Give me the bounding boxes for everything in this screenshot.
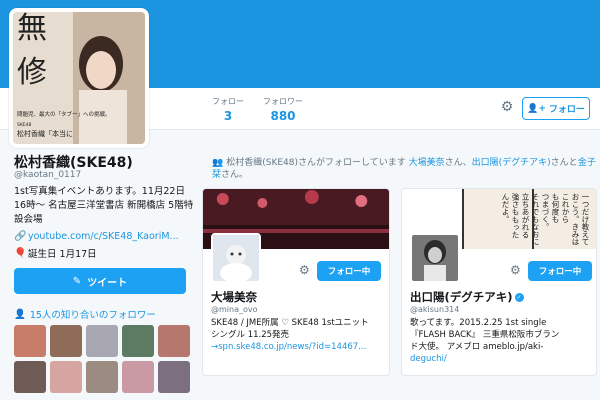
manga-text-line: も何度も xyxy=(551,193,560,223)
card-avatar[interactable] xyxy=(211,233,261,283)
avatar-big-left: 無 xyxy=(17,12,47,46)
card-bio-link[interactable]: deguchi/ xyxy=(410,353,559,365)
known-followers-grid xyxy=(14,325,194,393)
follower-thumb-10[interactable] xyxy=(158,361,190,393)
profile-birthday: 🎈 誕生日 1月17日 xyxy=(14,246,97,261)
stat-followers-value: 880 xyxy=(270,109,296,123)
card-bio-link[interactable]: →spn.ske48.co.jp/news/?id=14467... xyxy=(211,341,369,353)
followed-suffix: さん。 xyxy=(221,170,249,180)
avatar-big-right: 修 xyxy=(17,55,47,90)
known-followers-link[interactable]: 👤 15人の知り合いのフォロワー xyxy=(14,307,156,322)
followed-user-1[interactable]: 大場美奈 xyxy=(409,158,445,168)
avatar-caption-1: 問題児、最大の「タブー」への挑戦。 xyxy=(17,110,111,118)
follower-thumb-2[interactable] xyxy=(50,325,82,357)
user-icon: 👤 xyxy=(14,308,26,320)
card-bio-line: 『FLASH BACK』 三重県松阪市ブラン xyxy=(410,330,560,340)
profile-website-label[interactable]: youtube.com/c/SKE48_KaoriM... xyxy=(28,231,179,242)
manga-text-line: んだよ。 xyxy=(501,193,510,223)
card-bio-line: 歌ってます。2015.2.25 1st single xyxy=(410,318,547,328)
add-user-icon: 👤+ xyxy=(527,103,546,114)
following-button[interactable]: フォロー中 xyxy=(317,261,381,281)
follower-thumb-6[interactable] xyxy=(14,361,46,393)
follower-thumb-1[interactable] xyxy=(14,325,46,357)
known-followers-label: 15人の知り合いのフォロワー xyxy=(29,310,156,321)
profile-name: 松村香織(SKE48) xyxy=(14,155,133,171)
card-handle[interactable]: @mina_ovo xyxy=(211,305,258,314)
card-handle[interactable]: @akisun314 xyxy=(410,305,459,314)
follower-thumb-4[interactable] xyxy=(122,325,154,357)
manga-text-line: きみは xyxy=(571,223,580,246)
followed-by-line: 👥 松村香織(SKE48)さんがフォローしています 大場美奈さん、出口陽(デグチア… xyxy=(212,157,597,181)
follower-thumb-9[interactable] xyxy=(122,361,154,393)
manga-text-line: 立ちあ xyxy=(521,193,530,216)
tweet-button-label: ツイート xyxy=(87,277,128,289)
follower-thumb-3[interactable] xyxy=(86,325,118,357)
profile-birthday-label: 誕生日 1月17日 xyxy=(28,249,97,260)
user-card[interactable]: ⚙ フォロー中 大場美奈 @mina_ovo SKE48 / JME所属 ♡ S… xyxy=(202,188,390,376)
followed-prefix: 松村香織(SKE48)さんがフォローしています xyxy=(226,158,406,168)
card-name[interactable]: 大場美奈 xyxy=(211,289,257,305)
balloon-icon: 🎈 xyxy=(14,247,27,259)
profile-bio: 1st写真集イベントあります。11月22日16時〜 名古屋三洋堂書店 新開橋店 … xyxy=(14,186,194,225)
profile-avatar[interactable]: 無 修 問題児、最大の「タブー」への挑戦。 SKE48 松村香織「本当に xyxy=(9,8,149,148)
gear-icon[interactable]: ⚙ xyxy=(299,263,310,277)
compose-icon: ✎ xyxy=(72,275,82,287)
avatar-caption-3: SKE48 xyxy=(17,122,32,128)
gear-icon[interactable]: ⚙ xyxy=(510,263,521,277)
card-bio: SKE48 / JME所属 ♡ SKE48 1stユニット シングル 11.25… xyxy=(211,317,369,353)
avatar-caption-2: 松村香織「本当に xyxy=(17,129,73,138)
people-icon: 👥 xyxy=(212,158,224,168)
manga-text-line: 教えて xyxy=(581,223,590,246)
follower-thumb-5[interactable] xyxy=(158,325,190,357)
manga-text-line: おこう。 xyxy=(571,193,580,223)
verified-icon: ✓ xyxy=(514,293,524,302)
follow-button[interactable]: 👤+ フォロー xyxy=(522,97,590,120)
card-bio-line: SKE48 / JME所属 ♡ SKE48 1stユニット xyxy=(211,318,369,328)
profile-handle[interactable]: @kaotan_0117 xyxy=(14,170,81,180)
user-card[interactable]: 一つだけ 教えて おこう。 きみは これから も何度も つまづく。 それでも なおに 立ちあ がれる… xyxy=(401,188,597,376)
tweet-button[interactable]: ✎ ツイート xyxy=(14,268,186,294)
stat-following[interactable]: フォロー 3 xyxy=(212,96,244,123)
card-name-label: 出口陽(デグチアキ) xyxy=(410,290,513,304)
followed-sep-1: さん、 xyxy=(444,158,472,168)
follow-button-label: フォロー xyxy=(548,105,585,115)
manga-text-line: なおに xyxy=(531,223,540,246)
manga-text-line: がれる xyxy=(521,215,530,239)
following-button[interactable]: フォロー中 xyxy=(528,261,592,281)
stat-following-label: フォロー xyxy=(212,97,244,106)
card-name[interactable]: 出口陽(デグチアキ) ✓ xyxy=(410,289,524,305)
manga-text-line: もった xyxy=(511,215,520,239)
manga-text-line: これから xyxy=(561,193,570,223)
stat-followers-label: フォロワー xyxy=(263,97,303,106)
manga-text: 一つだけ 教えて おこう。 きみは これから も何度も つまづく。 それでも なおに 立ちあ がれる… xyxy=(500,193,590,249)
follower-thumb-7[interactable] xyxy=(50,361,82,393)
card-avatar[interactable] xyxy=(410,233,460,283)
card-bio-line: ド大使。 アメブロ ameblo.jp/aki- xyxy=(410,342,544,352)
follower-thumb-8[interactable] xyxy=(86,361,118,393)
manga-text-line: 強さも xyxy=(511,193,520,216)
manga-text-line: つまづく。 xyxy=(541,193,550,231)
stat-followers[interactable]: フォロワー 880 xyxy=(263,96,303,123)
card-bio: 歌ってます。2015.2.25 1st single 『FLASH BACK』 … xyxy=(410,317,559,365)
profile-website[interactable]: 🔗 youtube.com/c/SKE48_KaoriM... xyxy=(14,231,179,242)
gear-icon[interactable]: ⚙ xyxy=(498,98,516,116)
manga-text-line: それでも xyxy=(531,193,540,223)
stat-following-value: 3 xyxy=(223,109,233,123)
followed-sep-2: さんと xyxy=(550,158,578,168)
avatar-image: 無 修 問題児、最大の「タブー」への挑戦。 SKE48 松村香織「本当に xyxy=(13,12,145,144)
manga-text-line: 一つだけ xyxy=(581,193,590,223)
card-bio-line: シングル 11.25発売 xyxy=(211,330,290,340)
followed-user-2[interactable]: 出口陽(デグチアキ) xyxy=(472,158,551,168)
link-icon: 🔗 xyxy=(14,231,27,242)
